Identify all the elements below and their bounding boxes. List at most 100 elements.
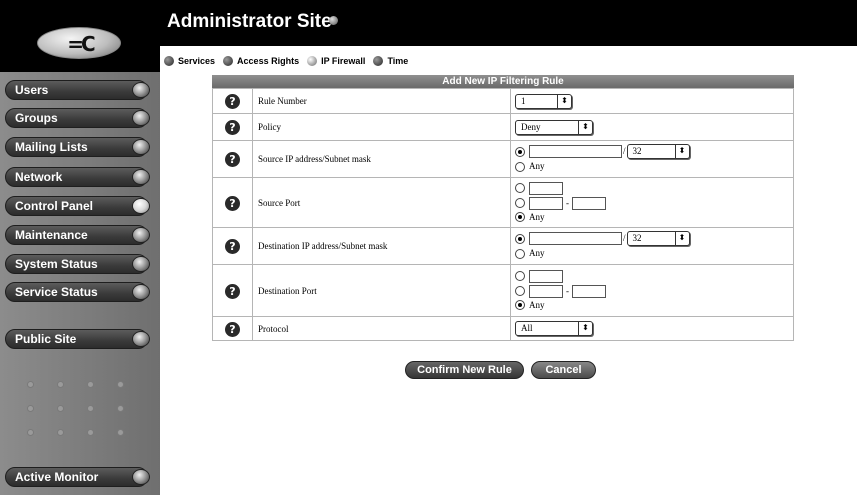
sidebar-item-service-status[interactable]: Service Status <box>5 282 150 302</box>
select-value: Deny <box>521 121 541 132</box>
sidebar-item-label: Groups <box>15 111 58 125</box>
rule-number-select[interactable]: 1 ⬍ <box>515 93 572 109</box>
company-logo[interactable]: =C <box>37 27 121 59</box>
page-title: Administrator Site <box>167 11 332 32</box>
help-icon[interactable]: ? <box>225 195 240 211</box>
decorative-dots <box>28 406 123 411</box>
select-value: 1 <box>521 95 526 106</box>
knob-icon <box>132 331 150 347</box>
help-icon[interactable]: ? <box>225 283 240 299</box>
sidebar-item-system-status[interactable]: System Status <box>5 254 150 274</box>
any-label: Any <box>529 299 545 310</box>
form-row-source-port: ? Source Port - Any <box>212 177 794 228</box>
help-icon[interactable]: ? <box>225 152 240 167</box>
slash-separator: / <box>623 146 626 156</box>
source-port-any-radio[interactable] <box>515 212 525 222</box>
bullet-icon <box>307 56 318 66</box>
cancel-button[interactable]: Cancel <box>531 361 596 379</box>
sidebar: Users Groups Mailing Lists Network Contr… <box>0 72 160 495</box>
any-label: Any <box>529 248 545 258</box>
sidebar-item-label: Network <box>15 170 63 184</box>
help-icon[interactable]: ? <box>225 120 240 135</box>
tab-services[interactable]: Services <box>164 55 215 67</box>
tab-label: IP Firewall <box>321 56 366 66</box>
form-table: ? Rule Number 1 ⬍ ? Policy Deny ⬍ ? Sour… <box>212 88 794 341</box>
select-arrows-icon: ⬍ <box>674 232 689 245</box>
help-icon[interactable]: ? <box>225 94 240 109</box>
sidebar-item-control-panel[interactable]: Control Panel <box>5 196 150 216</box>
bullet-icon <box>373 56 384 66</box>
source-port-range-radio[interactable] <box>515 198 525 208</box>
select-arrows-icon: ⬍ <box>674 145 689 158</box>
sidebar-item-active-monitor[interactable]: Active Monitor <box>5 467 150 487</box>
knob-icon <box>132 139 150 155</box>
source-port-single-radio[interactable] <box>515 183 525 193</box>
destination-port-from-input[interactable] <box>529 284 563 298</box>
help-icon[interactable]: ? <box>225 321 240 337</box>
sidebar-item-users[interactable]: Users <box>5 80 150 100</box>
form-row-destination-port: ? Destination Port - Any <box>212 264 794 317</box>
destination-port-single-radio[interactable] <box>515 271 525 281</box>
tab-label: Access Rights <box>237 56 300 66</box>
source-port-from-input[interactable] <box>529 196 563 210</box>
logo-area: =C <box>0 0 160 72</box>
decorative-dots <box>28 430 123 435</box>
select-arrows-icon: ⬍ <box>557 94 571 108</box>
tab-label: Services <box>178 56 216 66</box>
source-mask-select[interactable]: 32 ⬍ <box>626 144 690 159</box>
field-label: Destination Port <box>252 264 511 317</box>
field-label: Protocol <box>252 316 511 341</box>
knob-icon <box>132 469 150 485</box>
form-row-rule-number: ? Rule Number 1 ⬍ <box>212 88 794 114</box>
form-heading: Add New IP Filtering Rule <box>212 75 794 88</box>
sidebar-item-public-site[interactable]: Public Site <box>5 329 150 349</box>
slash-separator: / <box>623 233 626 243</box>
sidebar-item-mailing-lists[interactable]: Mailing Lists <box>5 137 150 157</box>
sidebar-item-network[interactable]: Network <box>5 167 150 187</box>
tab-ip-firewall[interactable]: IP Firewall <box>307 55 365 67</box>
range-separator: - <box>566 197 569 208</box>
knob-icon <box>132 256 150 272</box>
tab-access-rights[interactable]: Access Rights <box>223 55 299 67</box>
field-label: Source Port <box>252 177 511 228</box>
field-label: Rule Number <box>252 88 511 114</box>
destination-ip-input[interactable] <box>529 232 622 245</box>
knob-icon <box>132 198 150 214</box>
destination-port-input[interactable] <box>529 269 563 283</box>
field-label: Destination IP address/Subnet mask <box>252 227 511 265</box>
bullet-icon <box>223 56 234 66</box>
source-ip-any-radio[interactable] <box>515 161 525 172</box>
protocol-select[interactable]: All ⬍ <box>515 321 593 336</box>
sidebar-item-maintenance[interactable]: Maintenance <box>5 225 150 245</box>
any-label: Any <box>529 161 545 171</box>
tab-time[interactable]: Time <box>373 55 408 67</box>
destination-mask-select[interactable]: 32 ⬍ <box>626 231 690 246</box>
source-port-to-input[interactable] <box>572 196 606 210</box>
help-icon[interactable]: ? <box>225 239 240 254</box>
source-ip-address-radio[interactable] <box>515 146 525 157</box>
confirm-new-rule-button[interactable]: Confirm New Rule <box>405 361 524 379</box>
select-arrows-icon: ⬍ <box>578 322 592 335</box>
field-label: Source IP address/Subnet mask <box>252 140 511 178</box>
sidebar-item-groups[interactable]: Groups <box>5 108 150 128</box>
source-ip-input[interactable] <box>529 145 622 158</box>
destination-ip-any-radio[interactable] <box>515 248 525 259</box>
sidebar-item-label: Active Monitor <box>15 470 99 484</box>
destination-port-to-input[interactable] <box>572 284 606 298</box>
range-separator: - <box>566 285 569 296</box>
sidebar-item-label: Public Site <box>15 332 77 346</box>
policy-select[interactable]: Deny ⬍ <box>515 119 593 135</box>
select-value: All <box>521 323 533 333</box>
form-row-policy: ? Policy Deny ⬍ <box>212 113 794 141</box>
source-port-input[interactable] <box>529 181 563 195</box>
destination-port-any-radio[interactable] <box>515 300 525 310</box>
form-row-source-ip: ? Source IP address/Subnet mask / 32 ⬍ A… <box>212 140 794 178</box>
destination-port-range-radio[interactable] <box>515 286 525 296</box>
knob-icon <box>132 169 150 185</box>
destination-ip-address-radio[interactable] <box>515 233 525 244</box>
sidebar-item-label: Mailing Lists <box>15 140 88 154</box>
bullet-icon <box>164 56 174 66</box>
form-row-destination-ip: ? Destination IP address/Subnet mask / 3… <box>212 227 794 265</box>
subnav: Services Access Rights IP Firewall Time <box>164 55 416 67</box>
decorative-dots <box>28 382 123 387</box>
